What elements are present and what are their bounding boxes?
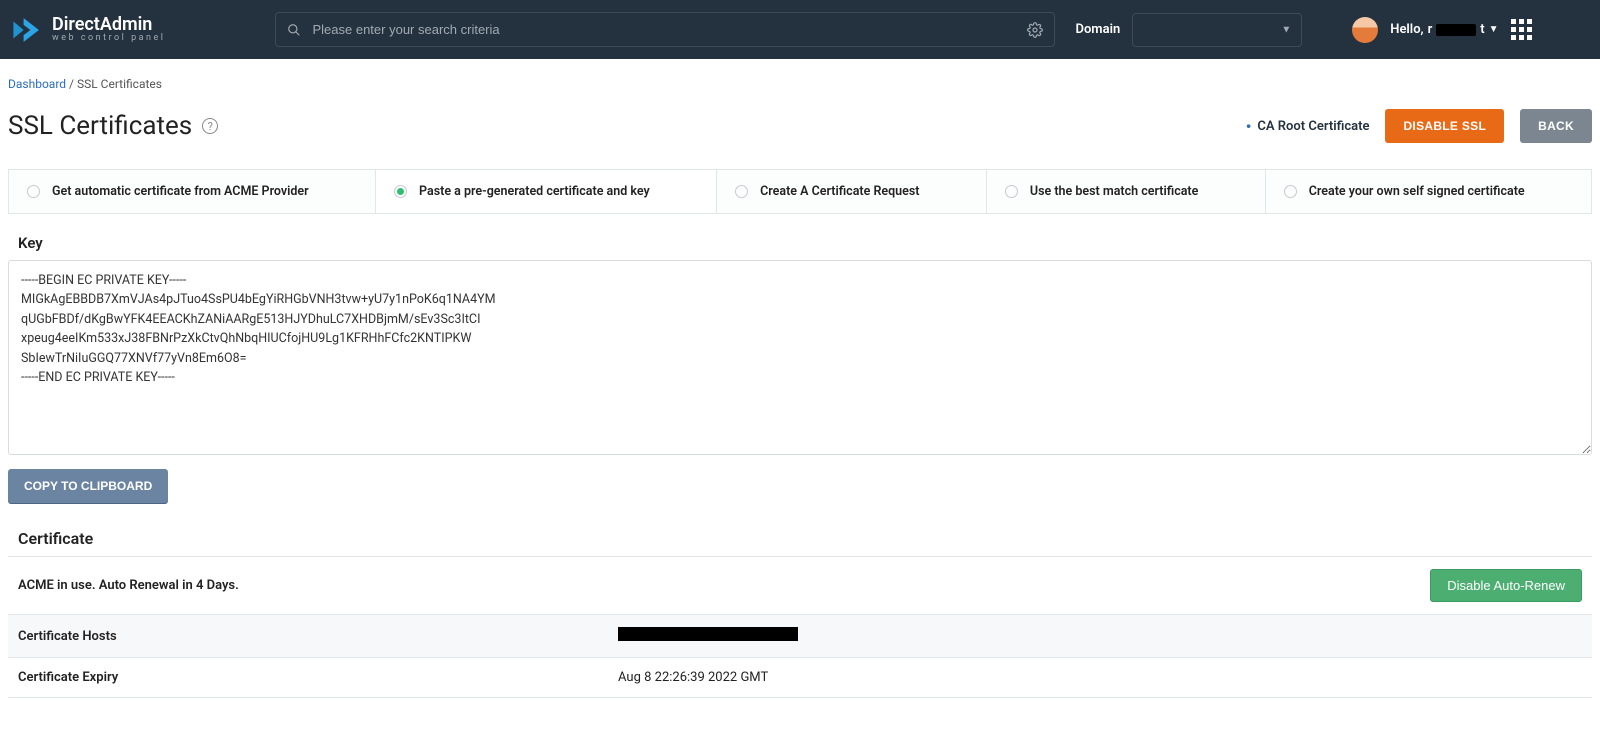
- tab-create-csr[interactable]: Create A Certificate Request: [716, 170, 986, 213]
- ssl-method-tabs: Get automatic certificate from ACME Prov…: [8, 169, 1592, 214]
- table-row: Certificate Expiry Aug 8 22:26:39 2022 G…: [8, 658, 1592, 698]
- key-textarea[interactable]: [8, 260, 1592, 455]
- title-left: SSL Certificates ?: [8, 111, 218, 141]
- tab-acme-auto[interactable]: Get automatic certificate from ACME Prov…: [8, 170, 375, 213]
- back-button[interactable]: BACK: [1520, 109, 1592, 143]
- disable-ssl-button[interactable]: DISABLE SSL: [1385, 109, 1504, 143]
- content: Dashboard / SSL Certificates SSL Certifi…: [0, 59, 1600, 728]
- gear-icon[interactable]: [1027, 22, 1043, 38]
- search-input[interactable]: [275, 12, 1055, 47]
- domain-wrap: Domain ▼: [1075, 13, 1302, 47]
- avatar: [1352, 17, 1378, 43]
- disable-auto-renew-button[interactable]: Disable Auto-Renew: [1430, 569, 1582, 602]
- cert-table: ACME in use. Auto Renewal in 4 Days. Dis…: [8, 556, 1592, 698]
- cert-expiry-value: Aug 8 22:26:39 2022 GMT: [618, 670, 1582, 685]
- domain-select[interactable]: ▼: [1132, 13, 1302, 47]
- table-row: Certificate Hosts: [8, 615, 1592, 658]
- logo[interactable]: DirectAdmin web control panel: [10, 13, 165, 47]
- title-row: SSL Certificates ? CA Root Certificate D…: [8, 109, 1592, 143]
- breadcrumb-current: SSL Certificates: [77, 77, 162, 91]
- tab-self-signed[interactable]: Create your own self signed certificate: [1265, 170, 1591, 213]
- logo-main: DirectAdmin: [52, 15, 165, 35]
- copy-to-clipboard-button[interactable]: COPY TO CLIPBOARD: [8, 469, 168, 503]
- cert-label: Certificate: [18, 529, 1592, 548]
- search-wrap: [275, 12, 1055, 47]
- breadcrumb: Dashboard / SSL Certificates: [8, 67, 1592, 109]
- top-header: DirectAdmin web control panel Domain ▼ H…: [0, 0, 1600, 59]
- apps-grid-icon[interactable]: [1511, 19, 1532, 40]
- logo-text: DirectAdmin web control panel: [52, 15, 165, 45]
- user-menu[interactable]: Hello, rt ▼: [1352, 17, 1531, 43]
- cert-expiry-label: Certificate Expiry: [18, 670, 618, 685]
- radio-icon: [735, 185, 748, 198]
- breadcrumb-dashboard[interactable]: Dashboard: [8, 77, 66, 91]
- key-label: Key: [18, 234, 1592, 252]
- tab-best-match[interactable]: Use the best match certificate: [986, 170, 1265, 213]
- logo-sub: web control panel: [52, 34, 165, 44]
- logo-icon: [10, 13, 44, 47]
- tab-paste-cert[interactable]: Paste a pre-generated certificate and ke…: [375, 170, 716, 213]
- domain-label: Domain: [1075, 22, 1120, 37]
- cert-hosts-label: Certificate Hosts: [18, 629, 618, 644]
- cert-hosts-value: [618, 627, 1582, 645]
- ca-root-link[interactable]: CA Root Certificate: [1246, 117, 1370, 136]
- hosts-redacted: [618, 627, 798, 641]
- username-redacted: [1436, 24, 1476, 36]
- acme-status: ACME in use. Auto Renewal in 4 Days.: [18, 578, 618, 593]
- chevron-down-icon: ▼: [1281, 24, 1291, 35]
- page-title: SSL Certificates: [8, 111, 192, 141]
- search-icon: [287, 23, 301, 37]
- radio-icon: [394, 185, 407, 198]
- table-row: ACME in use. Auto Renewal in 4 Days. Dis…: [8, 557, 1592, 615]
- radio-icon: [27, 185, 40, 198]
- chevron-down-icon: ▼: [1489, 24, 1499, 35]
- help-icon[interactable]: ?: [202, 118, 218, 134]
- radio-icon: [1005, 185, 1018, 198]
- hello-text: Hello, rt ▼: [1390, 22, 1498, 37]
- radio-icon: [1284, 185, 1297, 198]
- title-actions: CA Root Certificate DISABLE SSL BACK: [1246, 109, 1592, 143]
